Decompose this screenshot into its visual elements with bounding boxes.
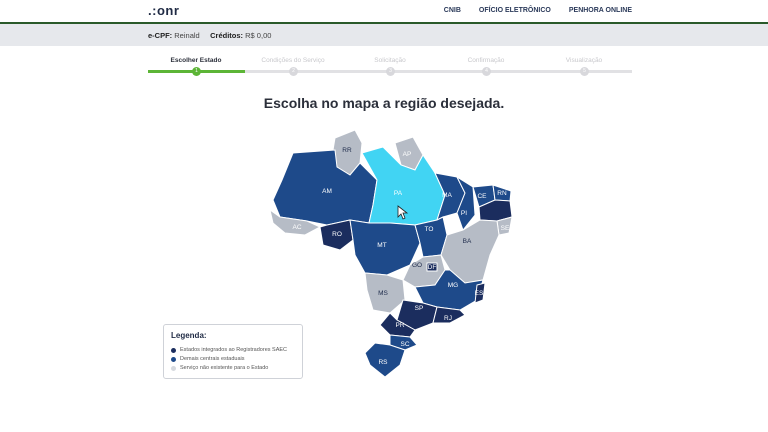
state-df[interactable] xyxy=(426,262,438,272)
credits-label: Créditos: xyxy=(210,31,244,40)
legend-swatch-unavailable xyxy=(171,365,176,371)
step-4-dot: 4 xyxy=(482,67,491,76)
nav-oficio-eletronico[interactable]: OFÍCIO ELETRÔNICO xyxy=(479,7,551,14)
cpf-label: e-CPF: xyxy=(148,31,173,40)
legend-text-unavailable: Serviço não existente para o Estado xyxy=(180,365,269,371)
map-legend: Legenda: Estados integrados ao Registrad… xyxy=(163,324,303,379)
legend-swatch-integrated xyxy=(171,347,176,353)
state-ms[interactable] xyxy=(364,272,406,314)
cpf-value: Reinald xyxy=(174,31,200,40)
step-3-label: Solicitação xyxy=(374,57,406,64)
nav-cnib[interactable]: CNIB xyxy=(444,7,461,14)
top-navbar: .:onr CNIB OFÍCIO ELETRÔNICO PENHORA ONL… xyxy=(0,0,768,24)
onr-logo[interactable]: .:onr xyxy=(148,3,179,18)
step-5-dot: 5 xyxy=(580,67,589,76)
step-5-label: Visualização xyxy=(565,57,603,64)
step-1-dot: 1 xyxy=(192,67,201,76)
legend-item-unavailable: Serviço não existente para o Estado xyxy=(171,365,268,371)
credits-value: R$ 0,00 xyxy=(245,31,272,40)
step-3-dot: 3 xyxy=(386,67,395,76)
state-am[interactable] xyxy=(272,149,378,226)
legend-title: Legenda: xyxy=(171,331,207,340)
step-1-label: Escolher Estado xyxy=(170,57,222,64)
nav-penhora-online[interactable]: PENHORA ONLINE xyxy=(569,7,632,14)
user-info: e-CPF: Reinald Créditos: R$ 0,00 xyxy=(148,31,271,40)
state-es[interactable] xyxy=(474,282,486,304)
step-4-label: Confirmação xyxy=(467,57,505,64)
legend-swatch-central xyxy=(171,356,176,362)
page-heading: Escolha no mapa a região desejada. xyxy=(263,95,505,111)
top-nav: CNIB OFÍCIO ELETRÔNICO PENHORA ONLINE xyxy=(444,7,632,14)
legend-text-central: Demais centrais estaduais xyxy=(180,356,245,362)
legend-item-integrated: Estados integrados ao Registradores SAEC xyxy=(171,347,287,353)
step-2-dot: 2 xyxy=(289,67,298,76)
user-info-bar: e-CPF: Reinald Créditos: R$ 0,00 xyxy=(0,24,768,46)
legend-text-integrated: Estados integrados ao Registradores SAEC xyxy=(180,347,288,353)
progress-steps: Escolher Estado Condições do Serviço Sol… xyxy=(148,54,632,78)
step-2-label: Condições do Serviço xyxy=(261,57,325,64)
state-rs[interactable] xyxy=(364,342,406,378)
state-rn[interactable] xyxy=(492,184,512,202)
legend-item-central: Demais centrais estaduais xyxy=(171,356,245,362)
